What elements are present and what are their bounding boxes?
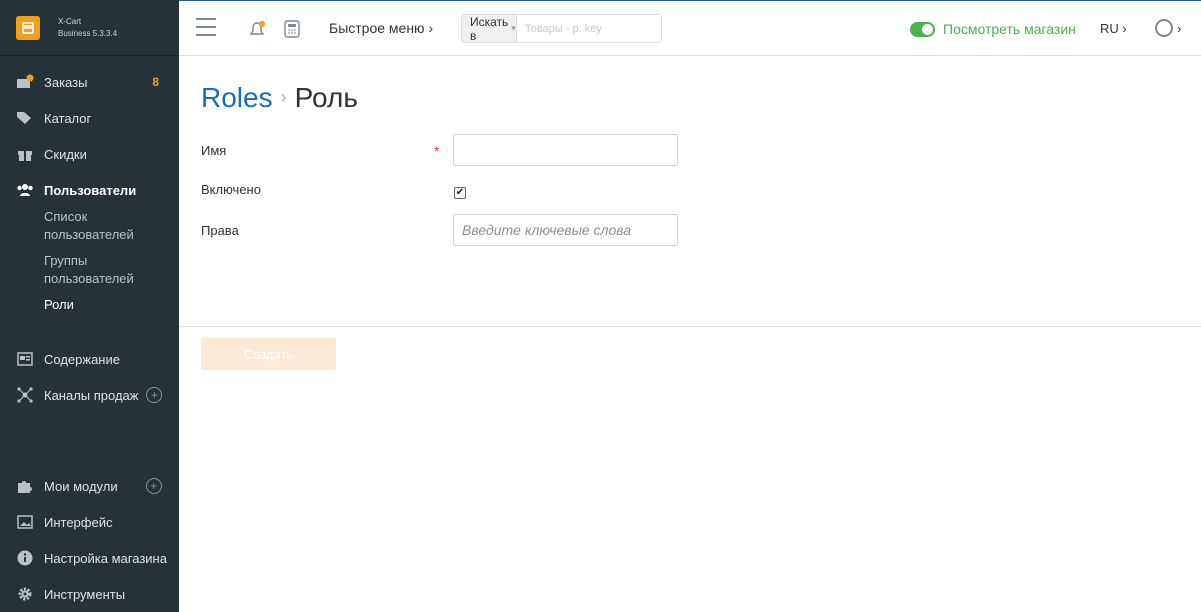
- sidebar-item-label: Интерфейс: [44, 514, 113, 530]
- menu-icon[interactable]: [196, 18, 216, 36]
- rights-input[interactable]: [453, 214, 678, 246]
- sidebar: X-Cart Business 5.3.3.4 Заказы 8 Каталог…: [0, 0, 179, 612]
- name-field[interactable]: [453, 134, 678, 166]
- user-menu[interactable]: ›: [1155, 19, 1181, 37]
- required-mark: *: [434, 143, 440, 159]
- divider: [179, 326, 1201, 327]
- add-channel-icon[interactable]: +: [146, 387, 163, 403]
- breadcrumb: Roles › Роль: [201, 82, 358, 114]
- sidebar-item-tools[interactable]: Инструменты: [0, 576, 179, 612]
- image-icon: [16, 513, 34, 531]
- calculator-icon[interactable]: [283, 20, 301, 43]
- enabled-label: Включено: [201, 182, 261, 197]
- sidebar-nav-bottom: Мои модули + Интерфейс Настройка магазин…: [0, 468, 179, 612]
- sidebar-item-label: Содержание: [44, 351, 120, 367]
- sidebar-item-label: Скидки: [44, 146, 87, 162]
- sidebar-item-label: Настройка магазина: [44, 550, 167, 566]
- view-store-link[interactable]: Посмотреть магазин: [943, 21, 1076, 37]
- bell-icon[interactable]: [247, 20, 267, 43]
- quick-menu-button[interactable]: Быстрое меню ›: [329, 20, 433, 36]
- sidebar-nav: Заказы 8 Каталог Скидки Пользователи Спи…: [0, 64, 179, 322]
- sidebar-item-label: Каталог: [44, 110, 92, 126]
- breadcrumb-separator: ›: [280, 87, 287, 107]
- rights-label: Права: [201, 223, 239, 238]
- sidebar-item-label: Каналы продаж: [44, 387, 139, 403]
- orders-count-badge: 8: [152, 75, 159, 89]
- sidebar-nav-secondary: Содержание Каналы продаж +: [0, 341, 179, 413]
- store-visibility-toggle[interactable]: [910, 22, 935, 37]
- submenu-item-user-list[interactable]: Список пользователей: [44, 208, 154, 244]
- sidebar-item-sales-channels[interactable]: Каналы продаж +: [0, 377, 179, 413]
- network-icon: [16, 386, 34, 404]
- sidebar-item-label: Пользователи: [44, 182, 137, 198]
- sidebar-item-orders[interactable]: Заказы 8: [0, 64, 179, 100]
- brand-text: X-Cart Business 5.3.3.4: [58, 16, 117, 40]
- search-box: Искать в ▾: [461, 14, 662, 43]
- main-content: Roles › Роль Имя * Включено ✔ Права Создат…: [179, 56, 1201, 612]
- info-icon: [16, 549, 34, 567]
- brand-version: Business 5.3.3.4: [58, 28, 118, 38]
- submenu-item-user-groups[interactable]: Группы пользователей: [44, 252, 154, 288]
- sidebar-item-label: Мои модули: [44, 478, 118, 494]
- sidebar-item-catalog[interactable]: Каталог: [0, 100, 179, 136]
- page-title: Роль: [294, 82, 358, 113]
- breadcrumb-roles-link[interactable]: Roles: [201, 82, 273, 113]
- orders-icon: [16, 73, 34, 91]
- enabled-checkbox[interactable]: ✔: [454, 187, 466, 199]
- users-icon: [16, 181, 34, 199]
- search-input[interactable]: [516, 15, 661, 42]
- sidebar-item-label: Заказы: [44, 74, 88, 90]
- gear-icon: [16, 585, 34, 603]
- sidebar-item-interface[interactable]: Интерфейс: [0, 504, 179, 540]
- brand-name: X-Cart: [58, 16, 82, 26]
- newspaper-icon: [16, 350, 34, 368]
- search-scope-select[interactable]: Искать в ▾: [462, 15, 517, 42]
- create-button[interactable]: Создать: [201, 338, 336, 370]
- puzzle-icon: [16, 477, 34, 495]
- brand[interactable]: X-Cart Business 5.3.3.4: [0, 0, 179, 56]
- user-menu-caret: ›: [1177, 20, 1182, 36]
- sidebar-item-users[interactable]: Пользователи: [0, 172, 179, 208]
- sidebar-item-label: Инструменты: [44, 586, 126, 602]
- sidebar-item-content[interactable]: Содержание: [0, 341, 179, 377]
- add-module-icon[interactable]: +: [145, 478, 162, 494]
- name-label: Имя: [201, 143, 227, 158]
- gift-icon: [16, 145, 34, 163]
- xcart-logo-icon: [16, 15, 40, 40]
- topbar: Быстрое меню › Искать в ▾ Посмотреть маг…: [179, 0, 1201, 56]
- submenu-item-roles[interactable]: Роли: [44, 296, 179, 314]
- sidebar-item-discounts[interactable]: Скидки: [0, 136, 179, 172]
- tags-icon: [16, 109, 34, 127]
- language-selector[interactable]: RU ›: [1100, 21, 1127, 36]
- user-icon: [1155, 19, 1173, 37]
- users-submenu: Список пользователей Группы пользователе…: [0, 208, 179, 314]
- sidebar-item-my-modules[interactable]: Мои модули +: [0, 468, 179, 504]
- search-scope-label: Искать в: [470, 14, 509, 43]
- chevron-down-icon: ▾: [511, 23, 516, 33]
- sidebar-item-store-settings[interactable]: Настройка магазина: [0, 540, 179, 576]
